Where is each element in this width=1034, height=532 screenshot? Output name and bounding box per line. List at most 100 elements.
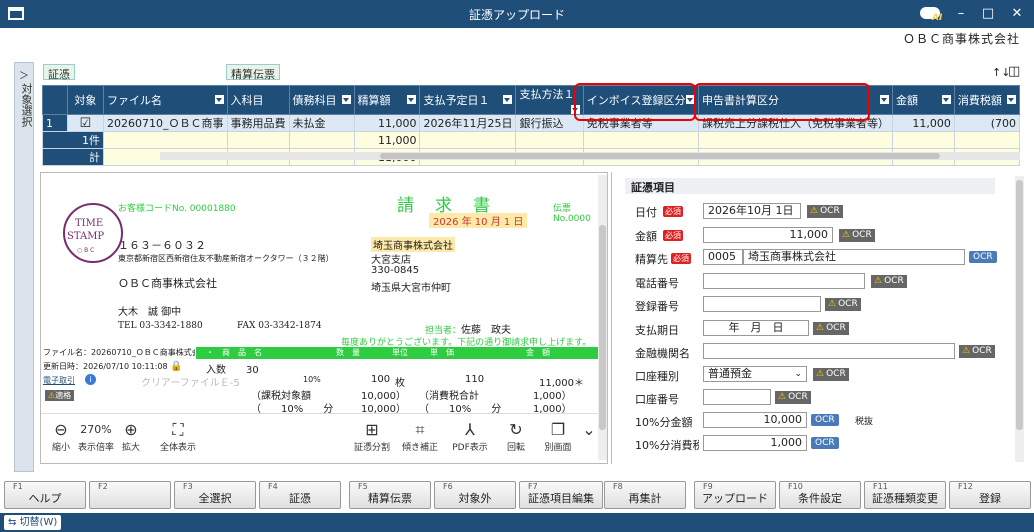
cell-file[interactable]: 20260710_ＯＢＣ商事	[103, 114, 228, 132]
skew-label: 傾き補正	[401, 443, 438, 453]
fkey-label: 精算伝票	[368, 492, 412, 505]
f5-settlement-button[interactable]: F5 精算伝票	[349, 481, 431, 509]
grid-header-debit[interactable]: 入科目	[226, 85, 290, 115]
ai-icon[interactable]: AI	[918, 3, 944, 25]
grid-header-due[interactable]: 支払予定日１	[419, 85, 517, 115]
skew-button[interactable]: ⌗ 傾き補正	[398, 420, 442, 453]
f3-select-all-button[interactable]: F3 全選択	[174, 481, 256, 509]
empty-cell	[698, 131, 894, 149]
dropdown-icon[interactable]	[880, 95, 890, 104]
scroll-thumb[interactable]	[599, 225, 606, 430]
pdf-button[interactable]: ⅄ PDF表示	[448, 420, 492, 453]
tel-field[interactable]	[703, 273, 865, 289]
fkey-label: 再集計	[628, 492, 662, 505]
fkey-number: F11	[873, 482, 888, 491]
settlement-label: 精算伝票	[226, 64, 280, 81]
grid-header-target[interactable]: 対象	[66, 85, 105, 115]
split-label: 証憑分割	[353, 443, 390, 453]
cell-credit[interactable]: 未払金	[288, 114, 355, 132]
f10-condition-button[interactable]: F10 条件設定	[779, 481, 861, 509]
th-qty: 数 量	[336, 348, 360, 357]
empty-cell	[953, 131, 1021, 149]
scroll-thumb[interactable]	[1016, 180, 1023, 430]
collapse-icon[interactable]: ＞	[19, 67, 29, 82]
amount-label: 金額	[635, 230, 657, 243]
reg-field[interactable]	[703, 296, 821, 312]
target-checkbox[interactable]: ☑	[66, 114, 105, 132]
layout-icon[interactable]: ◫	[1008, 64, 1020, 79]
acct-type-select[interactable]: 普通預金 ⌄	[703, 366, 807, 382]
f11-change-type-button[interactable]: F11 証憑種類変更	[864, 481, 946, 509]
split-button[interactable]: ⊞ 証憑分割	[350, 420, 394, 453]
f2-button[interactable]: F2	[89, 481, 171, 509]
dest-code-field[interactable]: 0005	[703, 249, 743, 265]
switch-button[interactable]: ⇆ 切替(W)	[4, 515, 62, 530]
splitter[interactable]	[611, 172, 612, 464]
bank-field[interactable]	[703, 343, 955, 359]
dropdown-icon[interactable]	[941, 95, 951, 104]
form-vertical-scrollbar[interactable]	[1015, 176, 1024, 462]
dropdown-icon[interactable]	[1007, 95, 1016, 104]
table-row[interactable]: 1 ☑ 20260710_ＯＢＣ商事 事務用品費 未払金 11,000 2026…	[42, 114, 1021, 132]
date-field[interactable]: 2026年10月 1日	[703, 203, 801, 219]
reg-label: 登録番号	[635, 300, 679, 313]
more-button[interactable]: ⌄	[582, 420, 596, 440]
cell-due[interactable]: 2026年11月25日	[419, 114, 517, 132]
dropdown-icon[interactable]	[214, 95, 224, 104]
customer-zip: １６３－６０３２	[118, 239, 206, 252]
rotate-button[interactable]: ↻ 回転	[498, 420, 534, 453]
header-text: 入科目	[230, 94, 264, 107]
required-badge: 必須	[663, 230, 683, 241]
grid-header-file[interactable]: ファイル名	[103, 85, 228, 115]
zoom-out-button[interactable]: ⊖ 縮小	[46, 420, 76, 453]
other-window-button[interactable]: ❐ 別画面	[538, 420, 578, 453]
dropdown-icon[interactable]	[341, 95, 351, 104]
cell-tax[interactable]: (700	[953, 114, 1021, 132]
grid-header-credit[interactable]: 債務科目	[288, 85, 355, 115]
f6-exclude-button[interactable]: F6 対象外	[434, 481, 516, 509]
empty-cell	[892, 131, 955, 149]
f7-edit-items-button[interactable]: F7 証憑項目編集	[519, 481, 603, 509]
f4-voucher-button[interactable]: F4 証憑	[259, 481, 341, 509]
fkey-number: F2	[98, 482, 108, 491]
cell-kingaku[interactable]: 11,000	[892, 114, 955, 132]
cell-method[interactable]: 銀行振込	[515, 114, 584, 132]
status-bar: ⇆ 切替(W)	[0, 513, 1034, 532]
acct-no-field[interactable]	[703, 389, 771, 405]
due-field[interactable]: 年 月 日	[703, 320, 809, 336]
amount-field[interactable]: 11,000	[703, 227, 833, 243]
dest-name-field[interactable]: 埼玉商事株式会社	[743, 249, 965, 265]
dropdown-icon[interactable]	[407, 95, 417, 104]
close-button[interactable]: ✕	[1006, 4, 1028, 24]
f12-register-button[interactable]: F12 登録	[949, 481, 1031, 509]
lock-icon: 🔒	[170, 361, 183, 372]
grid-horizontal-scrollbar[interactable]	[160, 152, 1020, 160]
f1-help-button[interactable]: F1 ヘルプ	[4, 481, 86, 509]
fit-button[interactable]: ⛶ 全体表示	[156, 420, 200, 453]
chevron-down-icon: ⌄	[582, 420, 596, 439]
fkey-number: F12	[958, 482, 973, 491]
required-badge: 必須	[671, 253, 691, 264]
tax10-field[interactable]: 1,000	[703, 435, 807, 451]
acct-type-label: 口座種別	[635, 370, 679, 383]
grid-header-tax[interactable]: 消費税額	[953, 85, 1021, 115]
fkey-label: 登録	[979, 492, 1001, 505]
scroll-thumb[interactable]	[380, 153, 940, 159]
cell-amount[interactable]: 11,000	[353, 114, 421, 132]
grid-header-kingaku[interactable]: 金額	[892, 85, 955, 115]
total-label: 計	[41, 148, 105, 166]
target-select-panel[interactable]: ＞ 対象選択	[14, 62, 34, 472]
minimize-button[interactable]: –	[950, 4, 972, 24]
amt10-field[interactable]: 10,000	[703, 412, 807, 428]
dropdown-icon[interactable]	[503, 95, 513, 104]
preview-vertical-scrollbar[interactable]	[598, 175, 607, 460]
f8-recalc-button[interactable]: F8 再集計	[604, 481, 686, 509]
header-text: 消費税額	[957, 94, 1002, 107]
cell-debit[interactable]: 事務用品費	[226, 114, 290, 132]
info-icon[interactable]: i	[85, 374, 96, 385]
f9-upload-button[interactable]: F9 アップロード	[694, 481, 776, 509]
grid-header-amount[interactable]: 精算額	[353, 85, 421, 115]
zoom-in-button[interactable]: ⊕ 拡大	[116, 420, 146, 453]
maximize-button[interactable]: □	[977, 4, 999, 24]
header-text: 支払予定日１	[423, 94, 490, 107]
